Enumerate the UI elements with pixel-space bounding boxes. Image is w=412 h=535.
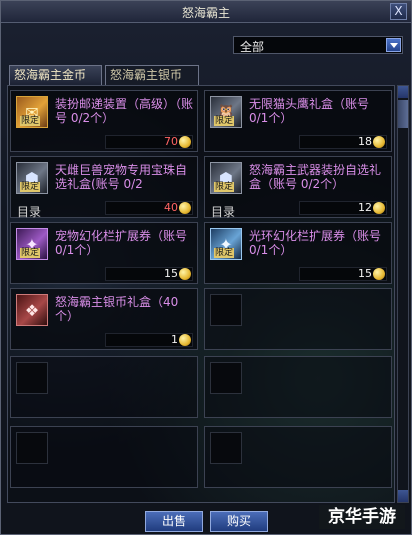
- owl-gift-icon: 🦉 限定: [210, 96, 242, 128]
- empty-slot: [16, 432, 48, 464]
- scroll-down-icon[interactable]: [398, 490, 408, 502]
- aura-ticket-icon: ✦ 限定: [210, 228, 242, 260]
- weapon-skin-box-icon: ⬢ 限定: [210, 162, 242, 194]
- gold-coin-icon: [373, 136, 385, 148]
- limited-badge: 限定: [214, 116, 235, 126]
- gold-coin-icon: [179, 334, 191, 346]
- limited-badge: 限定: [20, 182, 41, 192]
- scroll-thumb[interactable]: [398, 100, 408, 128]
- catalog-link[interactable]: 目录: [17, 203, 41, 220]
- close-button[interactable]: X: [390, 3, 407, 20]
- item-name: 光环幻化栏扩展券（账号 0/1个）: [249, 229, 382, 257]
- item-price: 12: [299, 201, 387, 215]
- gift-box-icon: ✉ 限定: [16, 96, 48, 128]
- buy-button[interactable]: 购买: [210, 511, 268, 532]
- shop-item-card[interactable]: ❖ 怒海霸主银币礼盒（40个） 1: [10, 288, 198, 350]
- price-value: 40: [164, 201, 178, 214]
- gold-coin-icon: [373, 268, 385, 280]
- category-filter-dropdown[interactable]: 全部: [233, 36, 403, 54]
- item-price: 18: [299, 135, 387, 149]
- silver-coin-box-icon: ❖: [16, 294, 48, 326]
- item-price: 15: [299, 267, 387, 281]
- item-price: 70: [105, 135, 193, 149]
- tab-gold-coin[interactable]: 怒海霸主金币: [9, 65, 102, 85]
- pet-orb-box-icon: ⬢ 限定: [16, 162, 48, 194]
- window-title: 怒海霸主: [181, 6, 230, 20]
- price-value: 1: [171, 333, 178, 346]
- empty-slot-card: [10, 426, 198, 488]
- shop-item-card[interactable]: 🦉 限定 无限猫头鹰礼盒（账号 0/1个） 18: [204, 90, 392, 152]
- shop-item-card[interactable]: ✦ 限定 光环幻化栏扩展券（账号 0/1个） 15: [204, 222, 392, 284]
- empty-slot: [210, 432, 242, 464]
- shop-item-card[interactable]: ⬢ 限定 天雌巨兽宠物专用宝珠自选礼盒(账号 0/2 目录 40: [10, 156, 198, 220]
- empty-slot-card: [204, 426, 392, 488]
- empty-slot-card: [204, 356, 392, 418]
- gold-coin-icon: [179, 202, 191, 214]
- item-grid-panel: ✉ 限定 装扮邮递装置（高级）（账号 0/2个） 70 🦉 限定 无限猫头鹰礼盒（账…: [7, 85, 395, 503]
- gold-coin-icon: [179, 136, 191, 148]
- sell-button[interactable]: 出售: [145, 511, 203, 532]
- tab-silver-coin[interactable]: 怒海霸主银币: [105, 65, 199, 85]
- scroll-up-icon[interactable]: [398, 86, 408, 98]
- empty-slot: [210, 362, 242, 394]
- item-price: 40: [105, 201, 193, 215]
- price-value: 15: [358, 267, 372, 280]
- chevron-down-icon[interactable]: [386, 38, 401, 52]
- item-price: 1: [105, 333, 193, 347]
- empty-slot: [210, 294, 242, 326]
- limited-badge: 限定: [214, 248, 235, 258]
- empty-slot-card: [10, 356, 198, 418]
- limited-badge: 限定: [214, 182, 235, 192]
- item-list-scrollbar[interactable]: [397, 85, 409, 503]
- shop-item-card[interactable]: ✉ 限定 装扮邮递装置（高级）（账号 0/2个） 70: [10, 90, 198, 152]
- pet-ticket-icon: ✦ 限定: [16, 228, 48, 260]
- item-name: 怒海霸主武器装扮自选礼盒（账号 0/2个）: [249, 163, 382, 191]
- price-value: 15: [164, 267, 178, 280]
- item-price: 15: [105, 267, 193, 281]
- title-bar[interactable]: 怒海霸主 X: [1, 1, 411, 23]
- gold-coin-icon: [179, 268, 191, 280]
- item-name: 怒海霸主银币礼盒（40个）: [55, 295, 179, 323]
- shop-item-card[interactable]: ⬢ 限定 怒海霸主武器装扮自选礼盒（账号 0/2个） 目录 12: [204, 156, 392, 220]
- price-value: 12: [358, 201, 372, 214]
- price-value: 18: [358, 135, 372, 148]
- price-value: 70: [164, 135, 178, 148]
- limited-badge: 限定: [20, 248, 41, 258]
- limited-badge: 限定: [20, 116, 41, 126]
- item-name: 无限猫头鹰礼盒（账号 0/1个）: [249, 97, 370, 125]
- shop-window: 怒海霸主 X 全部 怒海霸主金币 怒海霸主银币 ✉ 限定 装扮邮递装置（高级）（账…: [0, 0, 412, 535]
- catalog-link[interactable]: 目录: [211, 203, 235, 220]
- empty-slot: [16, 362, 48, 394]
- empty-slot-card: [204, 288, 392, 350]
- dropdown-selected-value: 全部: [240, 40, 265, 54]
- gold-coin-icon: [373, 202, 385, 214]
- watermark: 京华手游: [319, 505, 405, 529]
- item-name: 天雌巨兽宠物专用宝珠自选礼盒(账号 0/2: [55, 163, 188, 191]
- item-name: 装扮邮递装置（高级）（账号 0/2个）: [55, 97, 194, 125]
- shop-item-card[interactable]: ✦ 限定 宠物幻化栏扩展券（账号 0/1个） 15: [10, 222, 198, 284]
- item-name: 宠物幻化栏扩展券（账号 0/1个）: [55, 229, 188, 257]
